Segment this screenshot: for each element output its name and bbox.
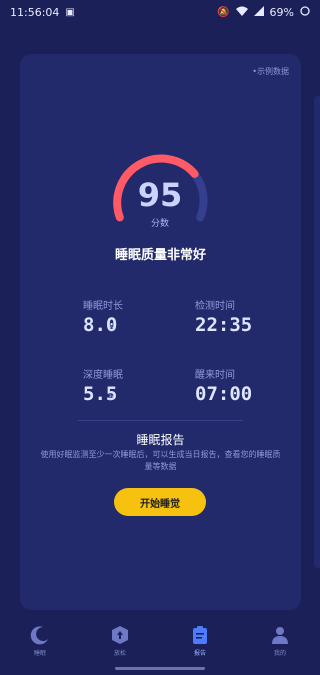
- stat-value-detect-time: 22:35: [195, 314, 253, 336]
- sleep-summary-card: •示例数据 95 分数 睡眠质量非常好 睡眠时长 8.0 h 检测时间 22:3…: [20, 54, 301, 610]
- nav-item-relax[interactable]: 放松: [90, 624, 150, 657]
- stat-value-wake-time: 07:00: [195, 383, 253, 405]
- nav-item-report[interactable]: 报告: [170, 624, 230, 657]
- status-time: 11:56:04: [10, 5, 60, 19]
- moon-icon: [29, 624, 51, 646]
- nav-item-sleep[interactable]: 睡眠: [10, 624, 70, 657]
- nav-label-relax: 放松: [113, 650, 126, 657]
- nav-label-report: 报告: [193, 650, 206, 657]
- report-title: 睡眠报告: [136, 433, 185, 447]
- battery-icon: [300, 5, 310, 19]
- bottom-nav: 睡眠 放松 报告 我的: [0, 618, 320, 663]
- stat-label-duration: 睡眠时长: [83, 301, 123, 312]
- image-icon: ▣: [65, 6, 75, 18]
- stat-unit-deep-sleep: h: [109, 393, 115, 402]
- divider: [78, 420, 243, 421]
- signal-icon: [253, 5, 264, 19]
- score-gauge: 95 分数: [110, 154, 210, 254]
- nav-item-mine[interactable]: 我的: [250, 624, 310, 657]
- mute-icon: 🔕: [217, 6, 230, 18]
- stat-label-wake-time: 醒来时间: [195, 370, 235, 381]
- clipboard-icon: [189, 624, 211, 646]
- sleep-score: 95: [137, 176, 183, 214]
- upload-icon: [109, 624, 131, 646]
- home-indicator[interactable]: [115, 667, 205, 670]
- person-icon: [269, 624, 291, 646]
- stat-label-detect-time: 检测时间: [195, 301, 235, 312]
- status-bar: 11:56:04 ▣ 🔕 69%: [0, 0, 320, 24]
- nav-label-sleep: 睡眠: [33, 650, 46, 657]
- stat-label-deep-sleep: 深度睡眠: [83, 370, 123, 381]
- sleep-quality-text: 睡眠质量非常好: [114, 248, 206, 263]
- battery-percent: 69%: [269, 5, 294, 19]
- score-unit: 分数: [150, 219, 169, 229]
- next-card-peek: [314, 96, 320, 568]
- nav-label-mine: 我的: [273, 650, 286, 657]
- sample-data-tag: •示例数据: [252, 67, 289, 76]
- start-sleep-button[interactable]: 开始睡觉: [114, 488, 206, 516]
- wifi-icon: [235, 6, 248, 19]
- report-description: 使用好眠监测至少一次睡眠后，可以生成当日报告，查看您的睡眠质量等数据: [40, 450, 281, 471]
- stat-unit-duration: h: [109, 324, 115, 333]
